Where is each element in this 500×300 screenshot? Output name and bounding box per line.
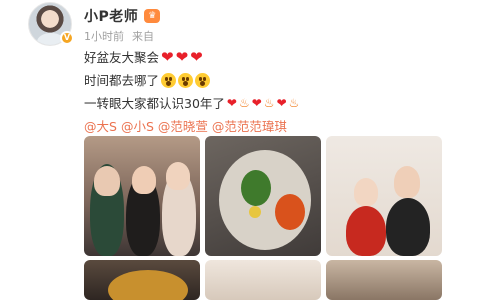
couple-photo[interactable] [326, 136, 442, 256]
person-face [394, 166, 420, 198]
leaf-shape [275, 194, 305, 230]
leaf-shape [241, 170, 271, 206]
person-face [354, 178, 378, 206]
photo-4[interactable] [84, 260, 200, 300]
username[interactable]: 小P老师 [84, 6, 138, 26]
fire-emoji-icon: ♨ [238, 96, 250, 110]
person-face [166, 162, 190, 190]
fire-emoji-icon: ♨ [288, 96, 300, 110]
heart-emoji-icon: ❤ [190, 48, 203, 66]
person-figure [386, 198, 430, 256]
post-meta: 1小时前 来自 [84, 28, 154, 44]
surprised-emoji-icon [161, 73, 177, 88]
heart-emoji-icon: ❤ [161, 48, 174, 66]
mention-link[interactable]: @范晓萱 [158, 115, 208, 138]
post-text: 好盆友大聚会 ❤ ❤ ❤ 时间都去哪了 一转眼大家都认识30年了 ❤ ♨ ❤ ♨… [84, 46, 299, 138]
mention-link[interactable]: @小S [121, 115, 154, 138]
person-face [132, 166, 156, 194]
crown-icon: ♛ [144, 9, 161, 23]
heart-emoji-icon: ❤ [276, 96, 287, 110]
surprised-emoji-icon [178, 73, 194, 88]
photo-5[interactable] [205, 260, 321, 300]
mentions-row: @大S @小S @范晓萱 @范范范瑋琪 [84, 115, 299, 138]
post-line-3-text: 一转眼大家都认识30年了 [84, 96, 225, 111]
photo-6[interactable] [326, 260, 442, 300]
group-selfie-photo[interactable] [84, 136, 200, 256]
bowl-shape [108, 270, 188, 300]
food-plate-photo[interactable] [205, 136, 321, 256]
food-item [249, 206, 261, 218]
mention-link[interactable]: @大S [84, 115, 117, 138]
heart-emoji-icon: ❤ [226, 96, 237, 110]
heart-emoji-icon: ❤ [175, 48, 189, 66]
surprised-emoji-icon [195, 73, 211, 88]
post-line-1: 好盆友大聚会 ❤ ❤ ❤ [84, 46, 299, 69]
post-time[interactable]: 1小时前 [84, 28, 124, 44]
mention-link[interactable]: @范范范瑋琪 [212, 115, 287, 138]
post-source: 来自 [132, 30, 154, 43]
post-line-1-text: 好盆友大聚会 [84, 50, 160, 65]
post-line-3: 一转眼大家都认识30年了 ❤ ♨ ❤ ♨ ❤ ♨ [84, 92, 299, 115]
verified-badge-icon: V [60, 31, 74, 45]
person-figure [346, 206, 386, 256]
person-face [94, 166, 120, 196]
post-line-2-text: 时间都去哪了 [84, 73, 160, 88]
fire-emoji-icon: ♨ [263, 96, 275, 110]
post-line-2: 时间都去哪了 [84, 69, 299, 92]
user-row: 小P老师 ♛ [84, 6, 161, 26]
heart-emoji-icon: ❤ [251, 96, 262, 110]
